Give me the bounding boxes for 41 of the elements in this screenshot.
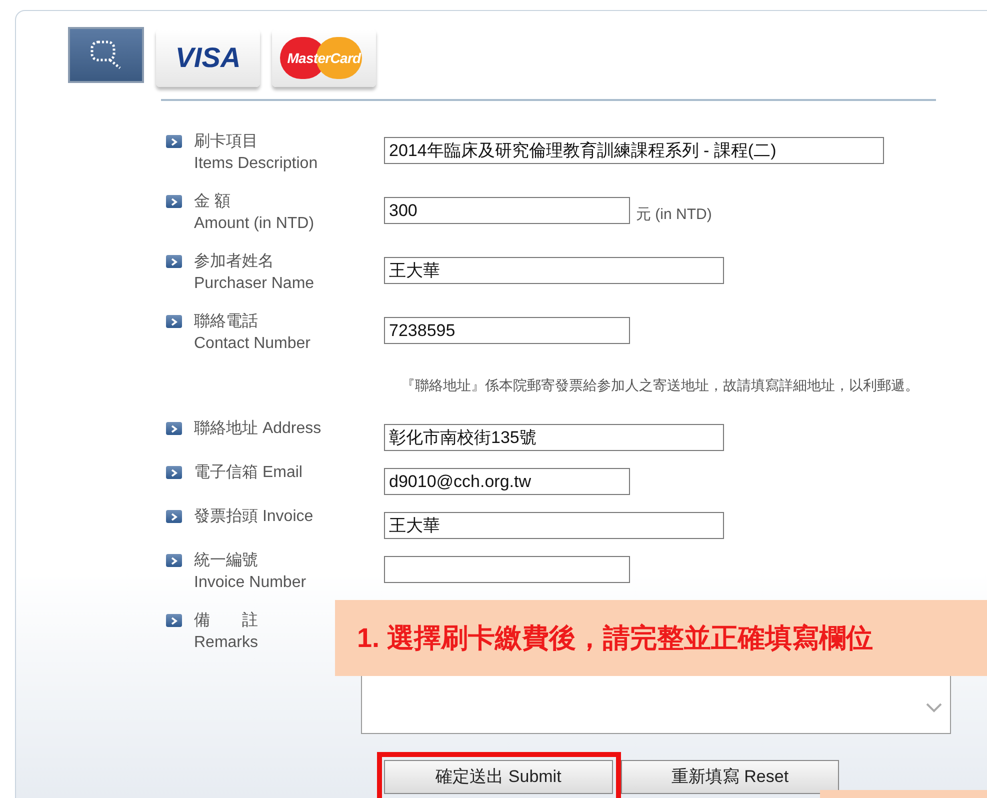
field-label: 聯絡地址 Address <box>194 418 322 439</box>
address-note: 『聯絡地址』係本院郵寄發票給参加人之寄送地址，故請填寫詳細地址，以利郵遞。 <box>401 376 920 395</box>
input-field[interactable]: 7238595 <box>384 317 630 344</box>
bullet-icon <box>166 422 182 435</box>
bullet-icon <box>166 614 182 627</box>
field-label: Items Description <box>194 154 318 174</box>
field-label: Invoice Number <box>194 573 306 593</box>
remarks-textarea[interactable] <box>361 676 951 734</box>
input-field[interactable]: 2014年臨床及研究倫理教育訓練課程系列 - 課程(二) <box>384 137 884 164</box>
field-label: Remarks <box>194 633 258 653</box>
visa-logo: VISA <box>156 29 260 87</box>
bullet-icon <box>166 135 182 148</box>
field-label: Amount (in NTD) <box>194 214 314 234</box>
input-field[interactable]: 王大華 <box>384 512 724 539</box>
field-label: Purchaser Name <box>194 274 314 294</box>
input-field[interactable] <box>384 556 630 583</box>
bullet-icon <box>166 315 182 328</box>
input-field[interactable]: 300 <box>384 197 630 224</box>
field-label: 刷卡項目 <box>194 132 258 152</box>
bullet-icon <box>166 554 182 567</box>
field-label: 参加者姓名 <box>194 252 274 272</box>
input-field[interactable]: d9010@cch.org.tw <box>384 468 630 495</box>
field-label: 電子信箱 Email <box>194 463 302 483</box>
input-field[interactable]: 彰化市南校街135號 <box>384 424 724 451</box>
field-label: 聯絡電話 <box>194 312 258 332</box>
search-icon <box>68 27 144 83</box>
submit-button[interactable]: 確定送出 Submit <box>384 760 613 794</box>
field-label: 統一編號 <box>194 551 258 571</box>
bullet-icon <box>166 466 182 479</box>
callout-banner: 1. 選擇刷卡繳費後，請完整並正確填寫欄位 <box>335 600 987 676</box>
bullet-icon <box>166 255 182 268</box>
field-label: Contact Number <box>194 334 310 354</box>
scroll-down-icon[interactable] <box>926 703 942 713</box>
field-label: 備 註 <box>194 610 258 631</box>
bullet-icon <box>166 510 182 523</box>
unit-label: 元 (in NTD) <box>636 205 712 225</box>
bullet-icon <box>166 195 182 208</box>
input-field[interactable]: 王大華 <box>384 257 724 284</box>
reset-button[interactable]: 重新填寫 Reset <box>621 760 839 794</box>
field-label: 發票抬頭 Invoice <box>194 507 314 527</box>
field-label: 金 額 <box>194 192 230 212</box>
